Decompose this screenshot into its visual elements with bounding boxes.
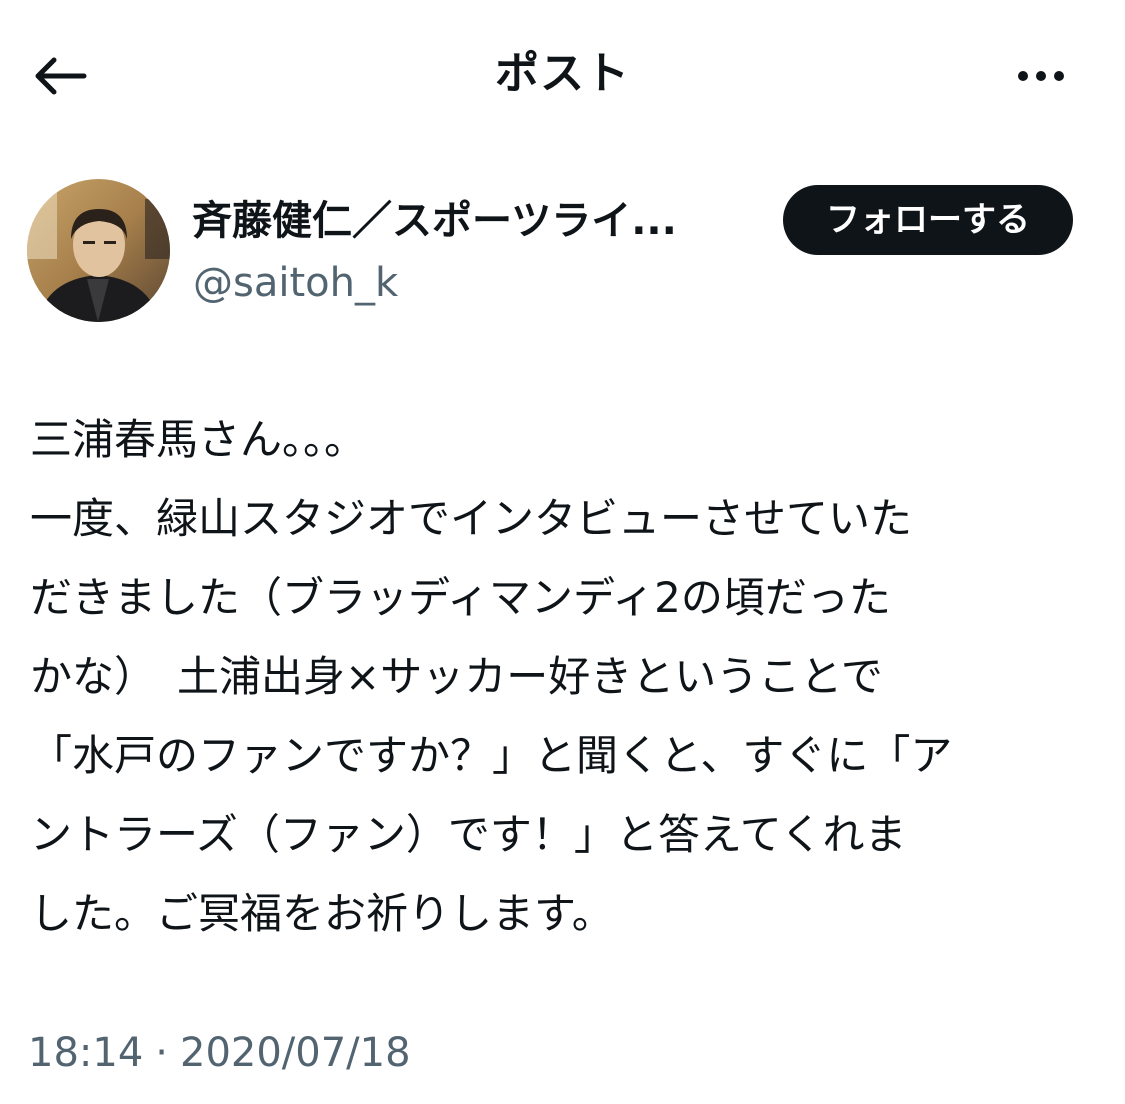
post-author: 斉藤健仁／スポーツライ... @saitoh_k フォローする xyxy=(0,175,1125,325)
post-time: 18:14 xyxy=(28,1030,144,1076)
author-display-name[interactable]: 斉藤健仁／スポーツライ... xyxy=(192,195,752,247)
follow-button[interactable]: フォローする xyxy=(783,185,1073,255)
author-handle[interactable]: @saitoh_k xyxy=(193,257,398,309)
post-timestamp[interactable]: 18:14 · 2020/07/18 xyxy=(28,1025,411,1081)
more-options-button[interactable] xyxy=(1006,48,1076,104)
top-navigation-bar: ポスト xyxy=(0,0,1125,150)
post-text-line: かな） 土浦出身×サッカー好きということで xyxy=(30,652,883,701)
page-title: ポスト xyxy=(495,48,630,99)
meta-separator: · xyxy=(155,1030,168,1076)
avatar-image xyxy=(27,179,170,322)
post-text-line: 三浦春馬さん。。。 xyxy=(30,415,367,464)
post-text-line: ントラーズ（ファン）です！」と答えてくれま xyxy=(30,810,907,859)
post-text-line: 一度、緑山スタジオでインタビューさせていた xyxy=(30,494,913,543)
post-text-line: だきました（ブラッディマンディ2の頃だった xyxy=(30,573,891,622)
post-date: 2020/07/18 xyxy=(180,1030,411,1076)
post-text-line: した。ご冥福をお祈りします。 xyxy=(30,889,614,938)
avatar[interactable] xyxy=(27,179,170,322)
post-text: 三浦春馬さん。。。 一度、緑山スタジオでインタビューさせていた だきました（ブラ… xyxy=(30,400,1100,953)
more-dot xyxy=(1036,71,1046,81)
post-text-line: 「水戸のファンですか？」と聞くと、すぐに「ア xyxy=(30,731,953,780)
more-horizontal-icon xyxy=(1018,71,1028,81)
more-dot xyxy=(1054,71,1064,81)
